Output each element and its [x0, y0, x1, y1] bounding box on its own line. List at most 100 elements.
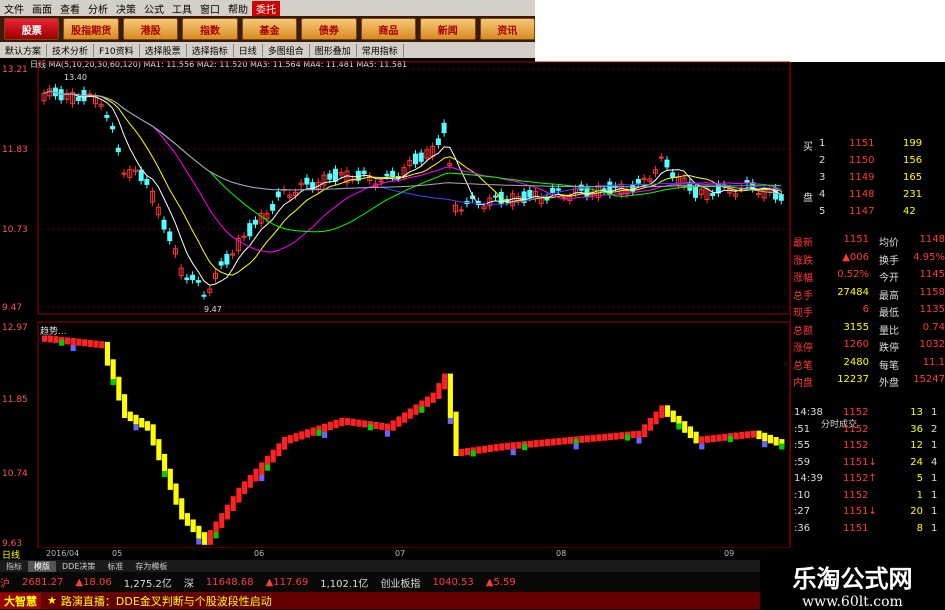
tool-item-6[interactable]: 多图组合 [263, 43, 310, 57]
indicator-bar [362, 420, 368, 428]
candle-body [458, 209, 464, 212]
menu-item-3[interactable]: 分析 [84, 1, 112, 16]
candle-body [664, 159, 670, 168]
candle-body [167, 231, 173, 242]
tab-2[interactable]: DDE决策 [56, 561, 101, 572]
market-button-2[interactable]: 港股 [122, 18, 179, 40]
trade-count: 1 [931, 473, 938, 484]
indicator-bar [247, 475, 253, 488]
indicator-bar [259, 462, 265, 476]
indicator-bar [76, 338, 82, 346]
market-button-7[interactable]: 新闻 [420, 18, 476, 40]
tool-item-7[interactable]: 图形叠加 [310, 43, 357, 57]
tab-1[interactable]: 模版 [28, 560, 56, 572]
market-button-8[interactable]: 资讯 [479, 18, 535, 40]
candle-body [144, 179, 150, 185]
lower-axis-label: 11.85 [2, 395, 28, 405]
ticker-text[interactable]: 路演直播：DDE金叉判断与个股波段性启动 [61, 593, 272, 609]
menu-item-2[interactable]: 查看 [56, 1, 84, 16]
indicator-bar [447, 373, 453, 418]
indicator-bar [396, 416, 402, 427]
indicator-bar-blue [70, 345, 76, 352]
menu-item-0[interactable]: 文件 [0, 1, 28, 16]
market-button-5[interactable]: 债券 [301, 18, 357, 40]
candle-body [778, 194, 784, 201]
indicator-bar [499, 443, 505, 451]
market-button-4[interactable]: 基金 [241, 18, 298, 40]
quote-label2: 最低 [879, 308, 899, 319]
indicator-bar [407, 408, 413, 419]
indicator-bar [579, 435, 585, 443]
low-mark: 9.47 [204, 305, 222, 314]
order-level: 2 [819, 155, 826, 166]
tool-item-2[interactable]: F10资料 [94, 43, 140, 57]
menu-item-5[interactable]: 公式 [140, 1, 168, 16]
trade-volume: 24 [910, 456, 923, 468]
order-volume: 199 [903, 138, 923, 149]
candle-body [87, 93, 93, 96]
trade-count: 1 [931, 440, 938, 451]
order-row: 盘 4 1148 231 [791, 189, 945, 206]
indicator-bar [762, 432, 768, 442]
trade-time: :51 [794, 423, 811, 435]
trade-row: :10 1152 1 1 [791, 490, 945, 507]
indicator-bar [179, 498, 185, 520]
candle-body [418, 152, 424, 162]
order-side: 买 [803, 142, 813, 153]
market-button-1[interactable]: 股指期货 [63, 18, 119, 40]
indicator-bar [687, 426, 693, 439]
candle-body [527, 189, 533, 198]
quote-label: 现手 [793, 308, 813, 319]
tool-item-8[interactable]: 常用指标 [357, 43, 404, 57]
tab-0[interactable]: 指标 [0, 561, 28, 572]
indicator-bar [710, 435, 716, 443]
candle-body [561, 196, 567, 199]
menu-item-9[interactable]: 委托 [252, 0, 280, 16]
menu-item-7[interactable]: 窗口 [196, 1, 224, 16]
indicator-bar [167, 468, 173, 490]
menu-item-6[interactable]: 工具 [168, 1, 196, 16]
brand-watermark: 乐淘公式网 www.60lt.com [760, 555, 945, 610]
quote-row: 总手 27484 最高 1158 [791, 287, 945, 304]
indicator-bar-green [676, 423, 682, 430]
indicator-bar [533, 440, 539, 448]
order-price: 1149 [849, 172, 875, 183]
tool-item-0[interactable]: 默认方案 [0, 43, 48, 57]
tab-3[interactable]: 标准 [101, 561, 129, 572]
quote-label: 内盘 [793, 378, 813, 389]
tool-item-5[interactable]: 日线 [234, 43, 263, 57]
indicator-bar [693, 431, 699, 444]
indicator-bar [230, 496, 236, 511]
indicator-bar [773, 437, 779, 446]
menu-item-8[interactable]: 帮助 [224, 1, 252, 16]
indicator-bar-green [316, 429, 322, 436]
tool-item-3[interactable]: 选择股票 [140, 43, 187, 57]
indicator-bar [150, 424, 156, 446]
candle-body [104, 114, 110, 118]
trade-price: 1152 [843, 440, 869, 451]
trade-volume: 13 [910, 407, 923, 418]
market-button-3[interactable]: 指数 [182, 18, 238, 40]
candle-body [390, 170, 396, 178]
quote-value2: 15247 [913, 374, 945, 385]
tab-4[interactable]: 存为模板 [129, 561, 173, 572]
indicator-bar [750, 430, 756, 438]
indicator-bar [756, 430, 762, 440]
indicator-bar [373, 421, 379, 430]
trade-time: :55 [794, 440, 811, 451]
indicator-bar-green [419, 406, 425, 413]
kline-chart[interactable]: 13.21 11.83 10.73 9.47 12.97 11.85 10.74 9.63 趋势… [0, 58, 790, 548]
quote-label2: 外盘 [879, 378, 899, 389]
tool-item-4[interactable]: 选择指标 [187, 43, 234, 57]
indicator-bar-blue [573, 443, 579, 450]
menu-item-4[interactable]: 决策 [112, 1, 140, 16]
high-mark: 13.40 [64, 73, 87, 82]
indicator-bar-green [59, 339, 65, 346]
menu-item-1[interactable]: 画面 [28, 1, 56, 16]
candle-body [601, 188, 607, 192]
market-button-6[interactable]: 商品 [360, 18, 417, 40]
candle-body [247, 223, 253, 237]
tool-item-1[interactable]: 技术分析 [47, 43, 95, 57]
market-button-0[interactable]: 股票 [4, 18, 60, 40]
trade-count: 4 [931, 456, 938, 468]
